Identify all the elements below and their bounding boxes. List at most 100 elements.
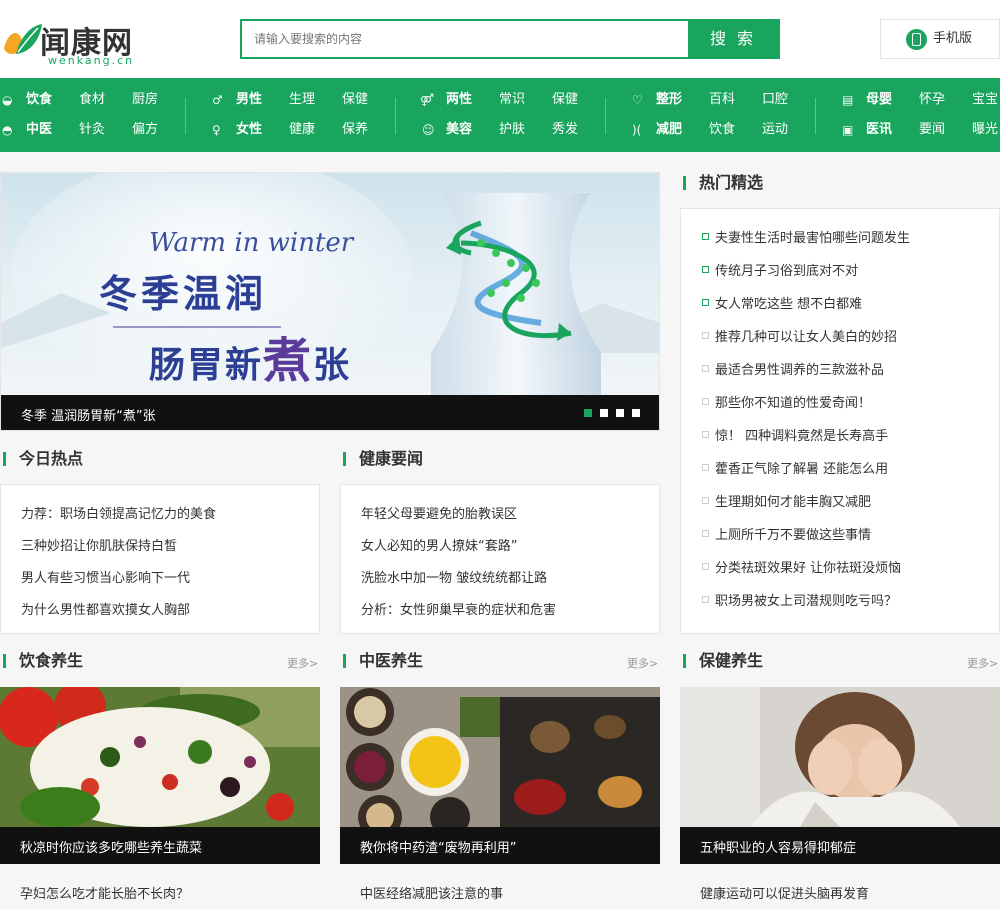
- banner-title-line2: 肠胃新煮张: [149, 321, 351, 391]
- nav-item[interactable]: 男性: [236, 88, 262, 112]
- nav-item[interactable]: 生理: [289, 88, 315, 112]
- news-section-title: 健康要闻: [343, 449, 423, 469]
- hot-item[interactable]: 职场男被女上司潜规则吃亏吗？: [715, 590, 897, 609]
- nav-item[interactable]: 饮食: [26, 88, 52, 112]
- care-more-link[interactable]: 更多>: [967, 655, 998, 671]
- today-item[interactable]: 三种妙招让你肌肤保持白皙: [21, 535, 177, 554]
- nav-item[interactable]: 医讯: [866, 118, 892, 142]
- nav-item[interactable]: 保养: [342, 118, 368, 142]
- bullet-icon: [702, 398, 709, 405]
- hot-item[interactable]: 那些你不知道的性爱奇闻！: [715, 392, 871, 411]
- nav-item[interactable]: 保健: [552, 88, 578, 112]
- nav-item[interactable]: 减肥: [656, 118, 682, 142]
- nav-item[interactable]: 保健: [342, 88, 368, 112]
- slide-dot[interactable]: [632, 409, 640, 417]
- banner-title-part-a: 肠胃新: [149, 344, 264, 386]
- news-list: 年轻父母要避免的胎教误区 女人必知的男人撩妹“套路” 洗脸水中加一物 皱纹统统都…: [340, 484, 660, 634]
- banner-title-part-b: 煮: [263, 333, 314, 389]
- nav-item[interactable]: 偏方: [132, 118, 158, 142]
- care-caption[interactable]: 五种职业的人容易得抑郁症: [700, 837, 856, 856]
- banner-slider[interactable]: Warm in winter 冬季温润 肠胃新煮张 冬季 温润肠胃新“煮”张: [0, 172, 660, 431]
- nav-item[interactable]: 食材: [79, 88, 105, 112]
- diet-caption[interactable]: 秋凉时你应该多吃哪些养生蔬菜: [20, 837, 202, 856]
- nav-item[interactable]: 母婴: [866, 88, 892, 112]
- search-input[interactable]: [242, 21, 690, 57]
- today-item[interactable]: 为什么男性都喜欢摸女人胸部: [21, 599, 190, 618]
- tcm-card-image[interactable]: [340, 687, 660, 827]
- nav-item[interactable]: 两性: [446, 88, 472, 112]
- nav-item[interactable]: 口腔: [762, 88, 788, 112]
- search-box: 搜 索: [240, 19, 780, 59]
- hot-item[interactable]: 最适合男性调养的三款滋补品: [715, 359, 884, 378]
- hot-item[interactable]: 夫妻性生活时最害怕哪些问题发生: [715, 227, 910, 246]
- hot-item[interactable]: 藿香正气除了解暑 还能怎么用: [715, 458, 888, 477]
- today-section-title: 今日热点: [3, 449, 83, 469]
- nav-item[interactable]: 针灸: [79, 118, 105, 142]
- tcm-more-link[interactable]: 更多>: [627, 655, 658, 671]
- tcm-link[interactable]: 中医经络减肥该注意的事: [360, 883, 503, 902]
- slim-icon: )(: [632, 123, 642, 137]
- bullet-icon: [702, 464, 709, 471]
- beauty-icon: ☺: [422, 123, 435, 137]
- diet-link[interactable]: 孕妇怎么吃才能长胎不长肉？: [20, 883, 189, 902]
- bullet-icon: [702, 299, 709, 306]
- news-item[interactable]: 女人必知的男人撩妹“套路”: [361, 535, 517, 554]
- mobile-version-button[interactable]: 手机版: [880, 19, 1000, 59]
- nav-item[interactable]: 常识: [499, 88, 525, 112]
- banner-caption[interactable]: 冬季 温润肠胃新“煮”张: [21, 405, 156, 424]
- nav-item[interactable]: 怀孕: [919, 88, 945, 112]
- diet-more-link[interactable]: 更多>: [287, 655, 318, 671]
- nav-divider: [605, 98, 606, 134]
- care-link[interactable]: 健康运动可以促进头脑再发育: [700, 883, 869, 902]
- herbs-illustration: [340, 687, 660, 827]
- nav-item[interactable]: 运动: [762, 118, 788, 142]
- nav-item[interactable]: 要闻: [919, 118, 945, 142]
- today-list: 力荐：职场白领提高记忆力的美食 三种妙招让你肌肤保持白皙 男人有些习惯当心影响下…: [0, 484, 320, 634]
- nav-divider: [185, 98, 186, 134]
- nav-item[interactable]: 秀发: [552, 118, 578, 142]
- slide-dot[interactable]: [584, 409, 592, 417]
- care-card-image[interactable]: [680, 687, 1000, 827]
- hot-item[interactable]: 上厕所千万不要做这些事情: [715, 524, 871, 543]
- female-icon: ♀: [212, 123, 221, 137]
- bullet-icon: [702, 233, 709, 240]
- nav-divider: [815, 98, 816, 134]
- tooth-icon: ♡: [632, 93, 643, 107]
- search-button[interactable]: 搜 索: [688, 21, 778, 57]
- nav-group-baby: ▤ 母婴 怀孕 宝宝 ▣ 医讯 要闻 曝光: [840, 88, 1000, 142]
- site-logo[interactable]: 闻康网 wenkang.cn: [0, 14, 150, 67]
- news-item[interactable]: 年轻父母要避免的胎教误区: [361, 503, 517, 522]
- nav-item[interactable]: 饮食: [709, 118, 735, 142]
- nav-group-sex: ⚤ 两性 常识 保健 ☺ 美容 护肤 秀发: [420, 88, 605, 142]
- nav-item[interactable]: 曝光: [972, 118, 998, 142]
- main-nav: ◒ 饮食 食材 厨房 ◓ 中医 针灸 偏方 ♂ 男性 生理 保健 ♀ 女性 健康…: [0, 78, 1000, 152]
- hot-item[interactable]: 惊！ 四种调料竟然是长寿高手: [715, 425, 888, 444]
- nav-item[interactable]: 护肤: [499, 118, 525, 142]
- today-item[interactable]: 力荐：职场白领提高记忆力的美食: [21, 503, 216, 522]
- hot-item[interactable]: 推荐几种可以让女人美白的妙招: [715, 326, 897, 345]
- bullet-icon: [702, 266, 709, 273]
- couple-icon: ⚤: [420, 93, 435, 107]
- nav-item[interactable]: 健康: [289, 118, 315, 142]
- news-item[interactable]: 分析：女性卵巢早衰的症状和危害: [361, 599, 556, 618]
- news-item[interactable]: 洗脸水中加一物 皱纹统统都让路: [361, 567, 547, 586]
- hot-item[interactable]: 传统月子习俗到底对不对: [715, 260, 858, 279]
- logo-subtitle: wenkang.cn: [48, 54, 135, 67]
- nav-item[interactable]: 整形: [656, 88, 682, 112]
- bowl-icon: ◒: [2, 93, 13, 107]
- today-item[interactable]: 男人有些习惯当心影响下一代: [21, 567, 190, 586]
- bullet-icon: [702, 596, 709, 603]
- nav-item[interactable]: 百科: [709, 88, 735, 112]
- hot-item[interactable]: 分类祛斑效果好 让你祛斑没烦恼: [715, 557, 901, 576]
- hot-item[interactable]: 生理期如何才能丰胸又减肥: [715, 491, 871, 510]
- nav-item[interactable]: 美容: [446, 118, 472, 142]
- slide-dot[interactable]: [600, 409, 608, 417]
- nav-item[interactable]: 中医: [26, 118, 52, 142]
- diet-card-image[interactable]: [0, 687, 320, 827]
- nav-item[interactable]: 女性: [236, 118, 262, 142]
- hot-item[interactable]: 女人常吃这些 想不白都难: [715, 293, 862, 312]
- slide-dot[interactable]: [616, 409, 624, 417]
- nav-item[interactable]: 厨房: [132, 88, 158, 112]
- nav-item[interactable]: 宝宝: [972, 88, 998, 112]
- tcm-caption[interactable]: 教你将中药渣“废物再利用”: [360, 837, 516, 856]
